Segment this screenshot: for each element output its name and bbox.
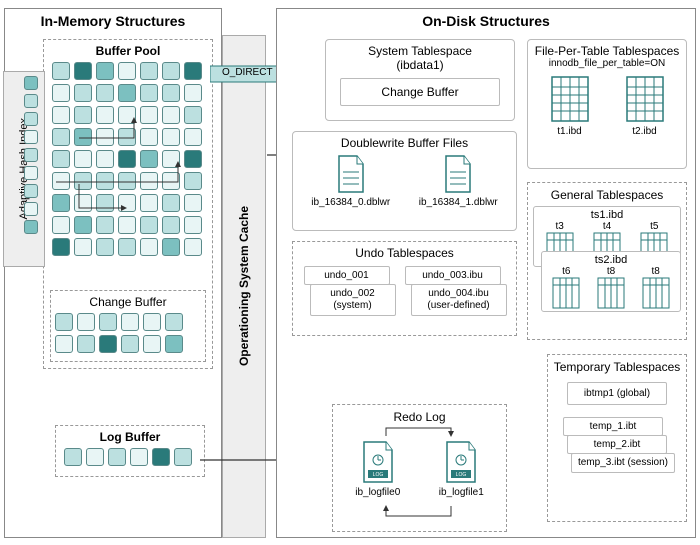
log-buffer-title: Log Buffer bbox=[58, 428, 202, 446]
file-icon bbox=[442, 154, 474, 194]
table-file: t1.ibd bbox=[550, 75, 590, 137]
doublewrite-file: ib_16384_0.dblwr bbox=[311, 154, 390, 208]
log-buffer: Log Buffer bbox=[55, 425, 205, 477]
ts2-table: t6 bbox=[562, 266, 570, 277]
adaptive-hash-index: Adaptive Hash Index bbox=[3, 71, 45, 267]
file-label: t1.ibd bbox=[550, 126, 590, 137]
svg-text:LOG: LOG bbox=[372, 472, 383, 478]
temp-session-item: temp_2.ibt bbox=[567, 435, 667, 454]
temp-title: Temporary Tablespaces bbox=[551, 358, 683, 376]
os-cache-label: Operationing System Cache bbox=[237, 206, 251, 366]
undo-item: undo_003.ibu bbox=[405, 266, 501, 285]
system-tablespace-title: System Tablespace bbox=[330, 44, 510, 58]
redo-title: Redo Log bbox=[336, 408, 503, 426]
svg-text:LOG: LOG bbox=[456, 472, 467, 478]
file-per-table-config: innodb_file_per_table=ON bbox=[532, 58, 682, 69]
file-icon bbox=[335, 154, 367, 194]
table-icon bbox=[597, 277, 625, 309]
ts1-table: t5 bbox=[650, 221, 658, 232]
file-label: ib_logfile0 bbox=[355, 487, 400, 498]
redo-log: Redo Log LOG ib_logfile0 LOG ib_logfile1 bbox=[332, 404, 507, 532]
undo-system-group: undo_001 undo_002 (system) bbox=[302, 264, 397, 320]
undo-item: undo_004.ibu (user-defined) bbox=[411, 284, 507, 316]
system-tablespace-subtitle: (ibdata1) bbox=[330, 58, 510, 72]
table-icon bbox=[552, 277, 580, 309]
general-ts2: ts2.ibd t6 t8 t8 bbox=[541, 251, 681, 312]
log-file-icon: LOG bbox=[443, 440, 479, 484]
change-buffer-mem: Change Buffer bbox=[50, 290, 206, 362]
buffer-pool-cells bbox=[50, 60, 210, 258]
general-tablespaces: General Tablespaces ts1.ibd t3 t4 t5 ts2… bbox=[527, 182, 687, 340]
temp-global: ibtmp1 (global) bbox=[567, 382, 667, 405]
general-title: General Tablespaces bbox=[531, 186, 683, 204]
ts1-table: t3 bbox=[555, 221, 563, 232]
undo-tablespaces: Undo Tablespaces undo_001 undo_002 (syst… bbox=[292, 241, 517, 336]
on-disk-title: On-Disk Structures bbox=[277, 9, 695, 33]
on-disk-panel: On-Disk Structures System Tablespace (ib… bbox=[276, 8, 696, 538]
table-icon bbox=[625, 75, 665, 123]
temporary-tablespaces: Temporary Tablespaces ibtmp1 (global) te… bbox=[547, 354, 687, 522]
ts2-name: ts2.ibd bbox=[544, 254, 678, 266]
file-label: ib_logfile1 bbox=[439, 487, 484, 498]
undo-item: undo_002 (system) bbox=[310, 284, 396, 316]
ts1-name: ts1.ibd bbox=[536, 209, 678, 221]
change-buffer-mem-title: Change Buffer bbox=[53, 293, 203, 311]
doublewrite: Doublewrite Buffer Files ib_16384_0.dblw… bbox=[292, 131, 517, 231]
os-cache: Operationing System Cache bbox=[222, 35, 266, 538]
file-label: t2.ibd bbox=[625, 126, 665, 137]
temp-session-item: temp_3.ibt (session) bbox=[571, 453, 675, 473]
redo-file: LOG ib_logfile1 bbox=[439, 440, 484, 498]
file-per-table-title: File-Per-Table Tablespaces bbox=[532, 44, 682, 58]
system-tablespace: System Tablespace (ibdata1) Change Buffe… bbox=[325, 39, 515, 121]
in-memory-title: In-Memory Structures bbox=[5, 9, 221, 33]
table-file: t2.ibd bbox=[625, 75, 665, 137]
undo-title: Undo Tablespaces bbox=[297, 246, 512, 260]
file-label: ib_16384_1.dblwr bbox=[419, 197, 498, 208]
temp-session-item: temp_1.ibt bbox=[563, 417, 663, 436]
doublewrite-file: ib_16384_1.dblwr bbox=[419, 154, 498, 208]
temp-session-group: temp_1.ibt temp_2.ibt temp_3.ibt (sessio… bbox=[551, 415, 683, 485]
file-per-table: File-Per-Table Tablespaces innodb_file_p… bbox=[527, 39, 687, 169]
system-change-buffer: Change Buffer bbox=[340, 78, 500, 106]
redo-file: LOG ib_logfile0 bbox=[355, 440, 400, 498]
doublewrite-title: Doublewrite Buffer Files bbox=[297, 136, 512, 150]
in-memory-panel: In-Memory Structures Buffer Pool Change … bbox=[4, 8, 222, 538]
log-file-icon: LOG bbox=[360, 440, 396, 484]
table-icon bbox=[550, 75, 590, 123]
o-direct-label: O_DIRECT bbox=[222, 67, 273, 78]
undo-user-group: undo_003.ibu undo_004.ibu (user-defined) bbox=[403, 264, 508, 320]
table-icon bbox=[642, 277, 670, 309]
ts1-table: t4 bbox=[603, 221, 611, 232]
ts2-table: t8 bbox=[651, 266, 659, 277]
buffer-pool-title: Buffer Pool bbox=[46, 42, 210, 60]
buffer-pool: Buffer Pool Change Buffer bbox=[43, 39, 213, 369]
file-label: ib_16384_0.dblwr bbox=[311, 197, 390, 208]
undo-item: undo_001 bbox=[304, 266, 390, 285]
ts2-table: t8 bbox=[607, 266, 615, 277]
